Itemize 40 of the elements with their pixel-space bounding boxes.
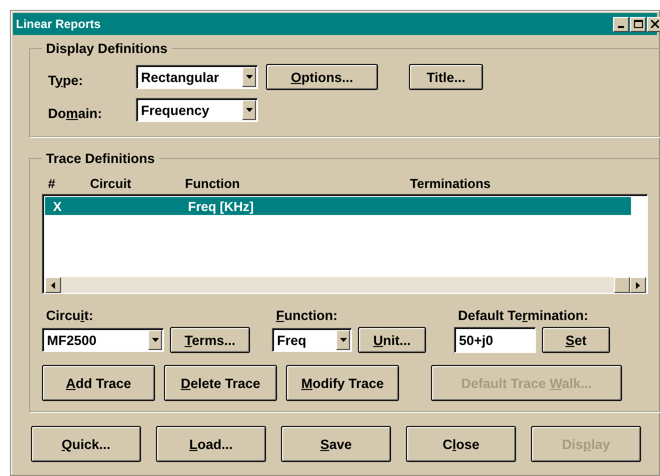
dialog-button[interactable]: Quick... — [31, 426, 141, 462]
scroll-thumb[interactable] — [614, 277, 630, 293]
unit-button[interactable]: Unit... — [358, 327, 426, 353]
maximize-icon[interactable] — [630, 16, 646, 32]
trace-row[interactable]: X Freq [KHz] — [45, 197, 631, 215]
dialog-button[interactable]: Load... — [156, 426, 266, 462]
column-header: # — [47, 176, 56, 191]
trace-list[interactable]: X Freq [KHz] — [42, 194, 648, 294]
group-title: Display Definitions — [45, 41, 169, 56]
column-header: Terminations — [410, 176, 492, 191]
column-header: Function — [185, 176, 241, 191]
table-cell: X — [53, 198, 62, 214]
function-label: Function: — [275, 308, 338, 323]
minimize-icon[interactable] — [613, 16, 629, 32]
termination-field[interactable]: 50+j0 — [454, 327, 536, 353]
window-title: Linear Reports — [15, 17, 101, 31]
column-header: Circuit — [90, 176, 132, 191]
function-dropdown[interactable]: Freq — [272, 328, 352, 352]
circuit-dropdown[interactable]: MF2500 — [42, 328, 164, 352]
domain-label: Domain: — [47, 106, 104, 120]
set-button[interactable]: Set — [542, 327, 610, 353]
group-title: Trace Definitions — [45, 151, 156, 166]
type-dropdown[interactable]: Rectangular — [136, 65, 258, 89]
trace-button[interactable]: Add Trace — [42, 365, 155, 401]
close-icon[interactable] — [647, 16, 660, 32]
title-button[interactable]: Title... — [409, 64, 483, 90]
trace-button[interactable]: Modify Trace — [286, 365, 399, 401]
dialog-button[interactable]: Save — [281, 426, 391, 462]
scroll-right-icon[interactable] — [630, 277, 646, 293]
circuit-label: Circuit: — [45, 308, 94, 323]
dialog-button[interactable]: Close — [406, 426, 516, 462]
domain-dropdown[interactable]: Frequency — [136, 98, 258, 122]
default-termination-label: Default Termination: — [457, 308, 590, 323]
options-button[interactable]: Options... — [266, 64, 378, 90]
terms-button[interactable]: Terms... — [170, 327, 250, 353]
horizontal-scrollbar[interactable] — [45, 277, 646, 293]
scroll-left-icon[interactable] — [45, 277, 61, 293]
trace-button[interactable]: Delete Trace — [164, 365, 277, 401]
type-label: Type: — [47, 72, 84, 88]
table-cell: Freq [KHz] — [188, 198, 254, 214]
